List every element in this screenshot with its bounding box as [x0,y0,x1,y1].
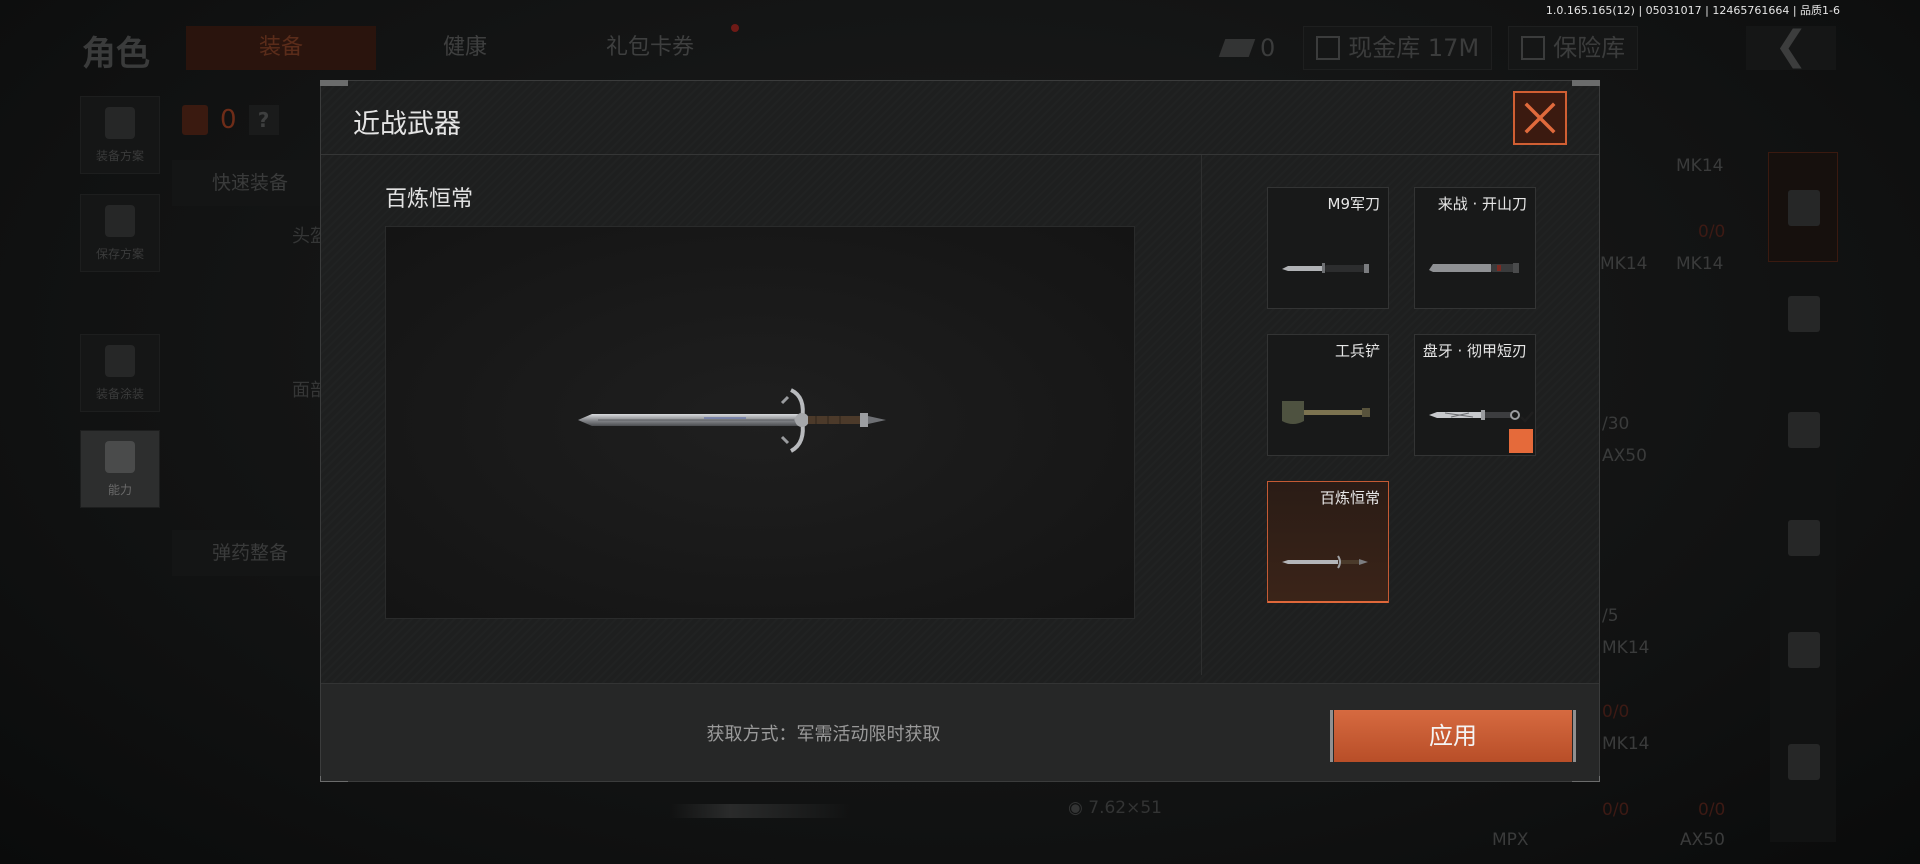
loadout-icon [105,107,135,139]
rail-icon[interactable] [1788,412,1820,448]
ability-icon [105,441,135,473]
chevron-left-icon: ❮ [1774,23,1808,69]
ammo-icon: ◉ [1068,798,1083,818]
apply-button[interactable]: 应用 [1330,710,1576,762]
ammo-prep-button[interactable]: 弹药整备 [172,530,322,576]
ticket-count: 0 [1260,34,1276,62]
right-label: 0/0 [1698,222,1726,242]
safe-vault-button[interactable]: 保险库 [1508,26,1639,70]
weapon-card-label: 来战 · 开山刀 [1437,195,1527,213]
machete-icon [1429,263,1519,273]
grid-divider [1201,155,1202,675]
right-label: MK14 [1602,734,1650,754]
side-loadout-plan[interactable]: 装备方案 [80,96,160,174]
ticket-counter: 0 [1210,26,1287,70]
rail-icon[interactable] [1788,520,1820,556]
safe-vault-icon [1521,36,1546,60]
cash-vault-icon [1316,36,1341,60]
m9-knife-icon [1282,263,1369,273]
dialog-title: 近战武器 [353,109,461,140]
safe-vault-label: 保险库 [1553,34,1626,62]
selected-weapon-name: 百炼恒常 [385,187,474,212]
right-label: MK14 [1602,638,1650,658]
longsword-image [578,388,886,453]
back-button[interactable]: ❮ [1746,26,1836,70]
build-info: 1.0.165.165(12) | 05031017 | 12465761664… [1545,4,1840,17]
vest-icon [182,105,208,135]
right-label: MPX [1492,830,1529,850]
vest-strip: 0 ? [168,100,328,140]
right-label: /5 [1602,606,1619,626]
rail-icon[interactable] [1788,190,1820,226]
quick-equip-button[interactable]: 快速装备 [172,160,322,206]
weapon-card-shovel[interactable]: 工兵铲 [1267,334,1389,456]
rail-icon[interactable] [1788,296,1820,332]
shovel-icon [1282,401,1370,424]
rail-icon[interactable] [1788,744,1820,780]
ticket-icon [1218,39,1256,57]
equipped-check [1509,411,1534,453]
tab-gift-cards[interactable]: 礼包卡券 [570,26,730,70]
side-label: 保存方案 [95,247,144,261]
dialog-header: 近战武器 [321,81,1599,155]
vest-count: 0 [220,105,237,135]
weapon-card-label: 工兵铲 [1334,342,1380,360]
weapon-preview[interactable] [385,226,1135,619]
right-label: 0/0 [1602,800,1630,820]
close-button[interactable] [1513,91,1567,145]
right-label: AX50 [1602,446,1647,466]
help-icon[interactable]: ? [248,105,279,135]
weapon-card-label: 盘牙 · 彻甲短刃 [1422,342,1527,360]
right-label: 0/0 [1698,800,1726,820]
tab-equipment[interactable]: 装备 [186,26,376,70]
right-label: MK14 [1600,254,1648,274]
weapon-card-label: M9军刀 [1327,195,1381,213]
side-label: 装备涂装 [95,387,144,401]
right-label: AX50 [1680,830,1725,850]
weapon-card-label: 百炼恒常 [1319,489,1380,507]
dagger-icon [1429,410,1520,420]
currency-bar: 0 现金库 17M 保险库 [1210,26,1639,70]
side-save-plan[interactable]: 保存方案 [80,194,160,272]
ammo-caliber-label: ◉ 7.62×51 [1068,798,1162,818]
weapon-card-longsword[interactable]: 百炼恒常 [1267,481,1389,603]
tab-health[interactable]: 健康 [400,26,530,70]
side-label: 能力 [107,483,132,497]
melee-weapon-dialog: 近战武器 百炼恒常 M9军刀 来战 · 开山刀 工兵铲 盘牙 · 彻甲短刃 百炼… [320,80,1600,782]
right-label: /30 [1602,414,1630,434]
skin-icon [105,345,135,377]
checkmark-icon [1520,411,1534,423]
rail-icon[interactable] [1788,632,1820,668]
screen-title: 角色 [82,34,150,74]
acquire-method-text: 获取方式：军需活动限时获取 [706,724,941,745]
side-ability[interactable]: 能力 [80,430,160,508]
right-label: 0/0 [1602,702,1630,722]
background-knife-image [670,804,850,818]
weapon-card-dagger[interactable]: 盘牙 · 彻甲短刃 [1414,334,1536,456]
side-equip-skin[interactable]: 装备涂装 [80,334,160,412]
close-icon [1524,102,1556,134]
right-label: MK14 [1676,254,1724,274]
dialog-footer: 获取方式：军需活动限时获取 应用 [321,683,1599,781]
side-label: 装备方案 [95,149,144,163]
right-label: MK14 [1676,156,1724,176]
cash-vault-label: 现金库 17M [1348,34,1480,62]
notification-dot [731,24,739,32]
weapon-card-m9[interactable]: M9军刀 [1267,187,1389,309]
cash-vault-button[interactable]: 现金库 17M [1303,26,1493,70]
weapon-card-machete[interactable]: 来战 · 开山刀 [1414,187,1536,309]
download-icon [105,205,135,237]
longsword-icon [1282,555,1368,569]
